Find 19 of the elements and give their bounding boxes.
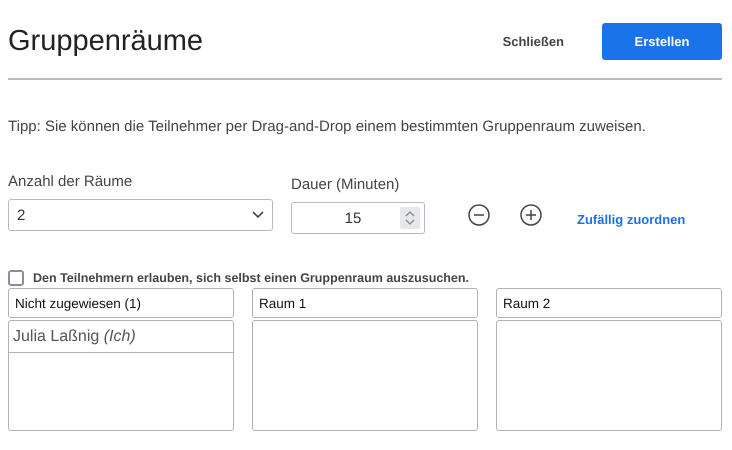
duration-input[interactable]: 15 [291, 202, 425, 234]
participant-item[interactable]: Julia Laßnig (Ich) [9, 321, 233, 353]
room-name-field[interactable]: Raum 2 [496, 288, 722, 318]
room-name-field[interactable]: Raum 1 [252, 288, 478, 318]
field-label: Anzahl der Räume [8, 173, 134, 190]
spinner-icon[interactable] [400, 207, 420, 229]
room-name-field[interactable]: Nicht zugewiesen (1) [8, 288, 234, 318]
dialog-title: Gruppenräume [8, 24, 204, 58]
plus-circle-icon[interactable] [519, 203, 543, 227]
tip-text: Tipp: Sie können die Teilnehmer per Drag-and-Drop einem bestimmten Gruppenraum zuweisen. [8, 118, 647, 135]
checkbox[interactable] [8, 270, 24, 286]
minus-circle-icon[interactable] [467, 203, 491, 227]
field-label: Dauer (Minuten) [291, 176, 400, 193]
chevron-down-icon [252, 211, 264, 219]
random-assign-link[interactable]: Zufällig zuordnen [577, 212, 686, 227]
rooms-count-select[interactable]: 2 [8, 199, 273, 231]
create-button[interactable]: Erstellen [602, 22, 722, 60]
close-button[interactable]: Schließen [486, 24, 580, 58]
checkbox-label: Den Teilnehmern erlauben, sich selbst einen Gruppenraum auszusuchen. [33, 271, 469, 285]
